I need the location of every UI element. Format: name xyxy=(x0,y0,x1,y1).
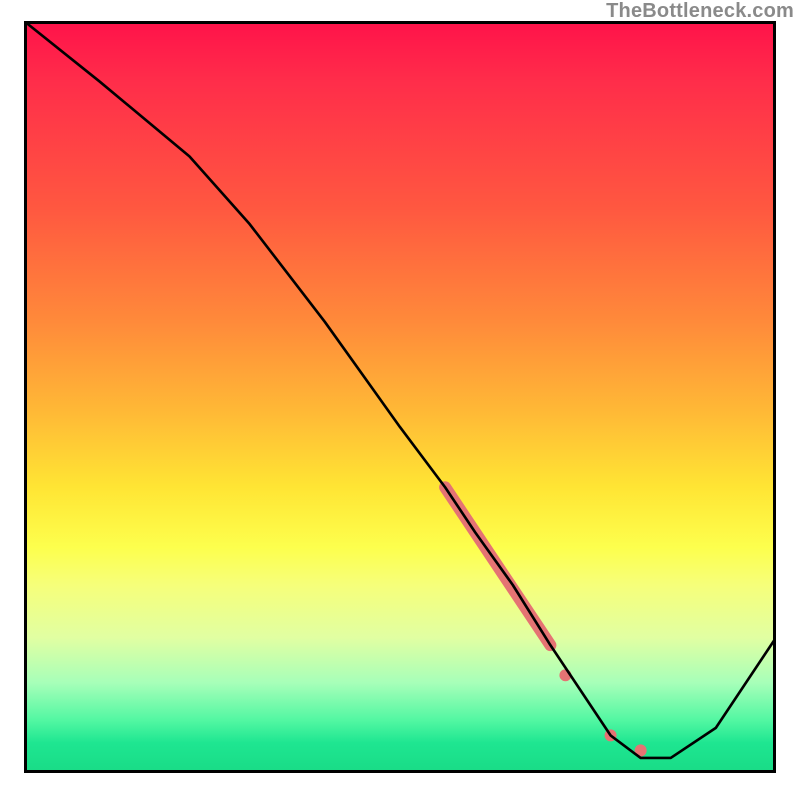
highlight-layer xyxy=(445,487,647,756)
chart-canvas: TheBottleneck.com xyxy=(0,0,800,800)
bottleneck-curve xyxy=(24,21,776,758)
line-plot xyxy=(24,21,776,773)
watermark-text: TheBottleneck.com xyxy=(606,0,794,23)
